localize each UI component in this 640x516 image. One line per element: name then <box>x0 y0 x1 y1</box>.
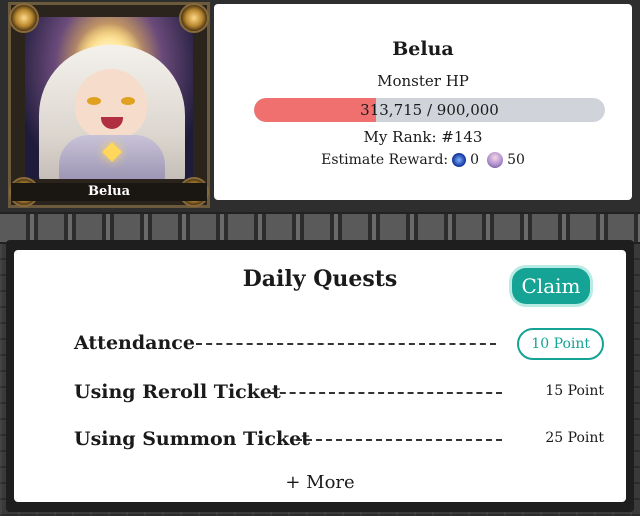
quest-points: 25 Point <box>545 430 604 446</box>
blue-coin-icon <box>452 153 467 167</box>
reward-pet-value: 50 <box>507 152 525 168</box>
portrait-eye <box>87 97 101 105</box>
pet-token-icon <box>487 152 504 168</box>
reward-label: Estimate Reward: <box>321 152 449 168</box>
quest-row-attendance: Attendance 10 Point <box>74 328 604 360</box>
estimate-reward: Estimate Reward: 0 50 <box>214 152 632 168</box>
quest-row-reroll: Using Reroll Ticket 15 Point <box>74 377 604 407</box>
hp-label: Monster HP <box>377 72 469 90</box>
quest-row-summon: Using Summon Ticket 25 Point <box>74 424 604 454</box>
boss-name: Belua <box>392 38 454 60</box>
rank-text: My Rank: #143 <box>363 128 483 146</box>
hp-value: 313,715 / 900,000 <box>360 101 499 119</box>
quest-name: Attendance <box>74 332 195 354</box>
quest-points-button[interactable]: 10 Point <box>517 328 604 360</box>
quest-name: Using Reroll Ticket <box>74 381 281 403</box>
boss-info-card: Belua Monster HP 313,715 / 900,000 My Ra… <box>214 4 632 200</box>
corner-ornament-icon <box>179 3 209 33</box>
daily-quests-card: Daily Quests Claim Attendance 10 Point U… <box>14 250 626 502</box>
portrait-eye <box>121 97 135 105</box>
boss-portrait-frame: Belua <box>8 2 210 208</box>
dotted-leader <box>296 439 502 441</box>
quest-name: Using Summon Ticket <box>74 428 310 450</box>
dotted-leader <box>270 392 502 394</box>
corner-ornament-icon <box>9 3 39 33</box>
quest-points: 15 Point <box>545 383 604 399</box>
claim-button[interactable]: Claim <box>512 268 590 304</box>
boss-portrait-image <box>25 17 193 179</box>
dotted-leader <box>196 343 496 345</box>
more-quests-link[interactable]: + More <box>14 472 626 493</box>
hp-bar: 313,715 / 900,000 <box>254 98 605 122</box>
reward-coin-value: 0 <box>470 152 480 168</box>
portrait-name-label: Belua <box>11 183 207 201</box>
